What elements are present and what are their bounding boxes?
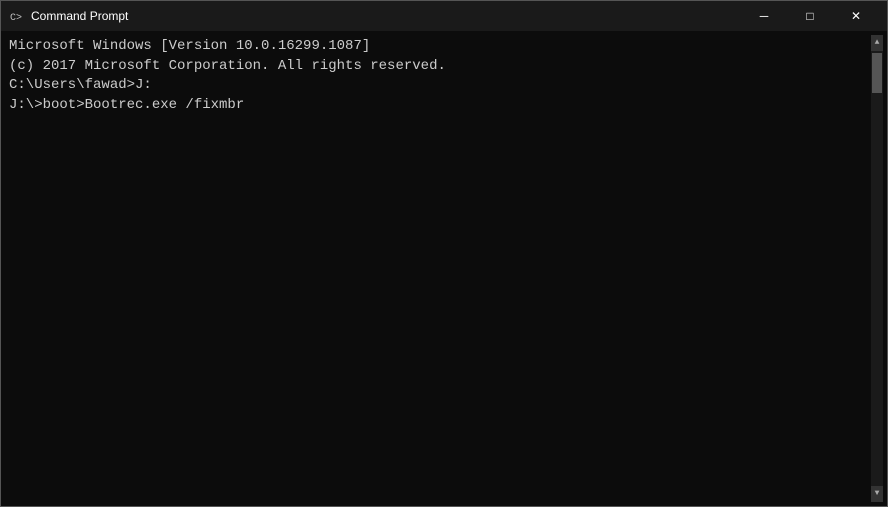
scroll-thumb[interactable] <box>872 53 882 93</box>
svg-text:C>: C> <box>10 13 22 24</box>
window-title: Command Prompt <box>31 9 741 23</box>
scroll-down-arrow[interactable]: ▼ <box>871 486 883 502</box>
console-body[interactable]: Microsoft Windows [Version 10.0.16299.10… <box>1 31 887 506</box>
console-line: C:\Users\fawad>J: <box>9 76 867 96</box>
console-line: J:\>boot>Bootrec.exe /fixmbr <box>9 96 867 116</box>
console-line: (c) 2017 Microsoft Corporation. All righ… <box>9 57 867 77</box>
console-output: Microsoft Windows [Version 10.0.16299.10… <box>5 35 871 502</box>
cmd-icon: C> <box>9 8 25 24</box>
scrollbar[interactable]: ▲ ▼ <box>871 35 883 502</box>
scroll-up-arrow[interactable]: ▲ <box>871 35 883 51</box>
command-prompt-window: C> Command Prompt ─ □ ✕ Microsoft Window… <box>0 0 888 507</box>
console-line: Microsoft Windows [Version 10.0.16299.10… <box>9 37 867 57</box>
title-bar: C> Command Prompt ─ □ ✕ <box>1 1 887 31</box>
close-button[interactable]: ✕ <box>833 1 879 31</box>
window-controls: ─ □ ✕ <box>741 1 879 31</box>
minimize-button[interactable]: ─ <box>741 1 787 31</box>
maximize-button[interactable]: □ <box>787 1 833 31</box>
